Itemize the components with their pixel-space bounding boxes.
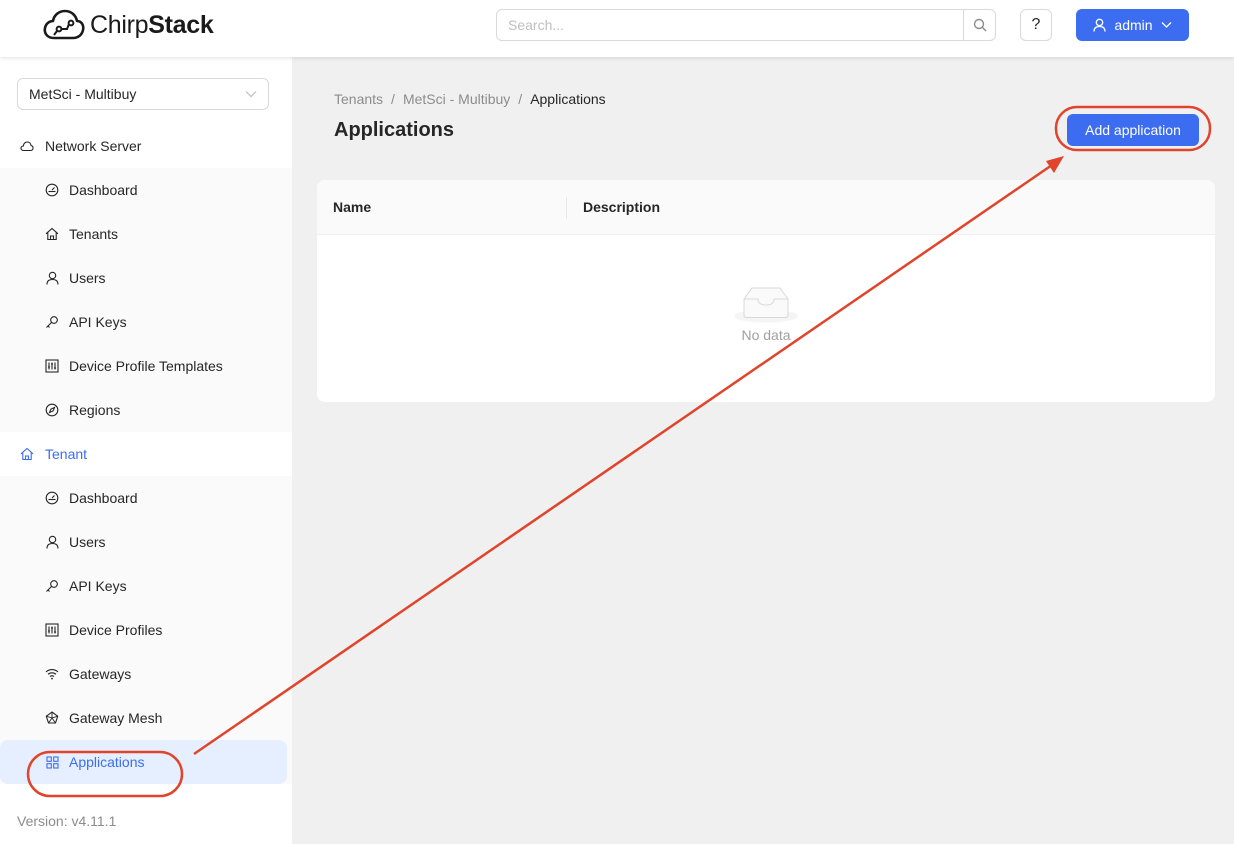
sidebar-item-ns-users[interactable]: Users — [0, 256, 292, 300]
tenant-select-value: MetSci - Multibuy — [29, 86, 137, 102]
cloud-logo-icon — [43, 9, 85, 40]
sidebar-item-label: Gateways — [69, 666, 132, 682]
sidebar-item-label: Users — [69, 270, 106, 286]
sidebar-item-label: Device Profiles — [69, 622, 163, 638]
breadcrumb-separator: / — [518, 91, 523, 107]
dashboard-icon — [45, 183, 59, 197]
sidebar-item-label: Device Profile Templates — [69, 358, 223, 374]
sidebar-item-ns-api-keys[interactable]: API Keys — [0, 300, 292, 344]
sidebar-item-label: Dashboard — [69, 182, 138, 198]
sidebar-item-tenant-gateway-mesh[interactable]: Gateway Mesh — [0, 696, 292, 740]
column-header-name[interactable]: Name — [317, 197, 567, 219]
menu-group-network-server[interactable]: Network Server — [0, 124, 292, 168]
breadcrumb-tenant[interactable]: MetSci - Multibuy — [403, 91, 510, 107]
sidebar-item-tenant-device-profiles[interactable]: Device Profiles — [0, 608, 292, 652]
top-header: ChirpStack ? admin — [0, 0, 1234, 57]
sidebar-item-label: API Keys — [69, 578, 127, 594]
sliders-icon — [45, 359, 59, 373]
sidebar: MetSci - Multibuy Network Server Dashboa… — [0, 57, 293, 844]
cloud-icon — [20, 139, 34, 153]
tenant-select[interactable]: MetSci - Multibuy — [17, 78, 269, 110]
sidebar-item-tenant-users[interactable]: Users — [0, 520, 292, 564]
sidebar-item-ns-tenants[interactable]: Tenants — [0, 212, 292, 256]
mesh-icon — [45, 711, 59, 725]
search-input[interactable] — [497, 10, 963, 40]
user-name: admin — [1114, 17, 1153, 33]
sidebar-item-label: Applications — [69, 754, 145, 770]
page-title: Applications — [334, 119, 455, 141]
tenant-submenu: Dashboard Users API Keys Device Profiles… — [0, 476, 292, 784]
table-header: Name Description — [317, 180, 1215, 235]
search-icon — [973, 18, 986, 32]
sidebar-item-tenant-gateways[interactable]: Gateways — [0, 652, 292, 696]
breadcrumb-separator: / — [391, 91, 395, 107]
version-text: Version: v4.11.1 — [17, 813, 117, 829]
menu-group-label: Network Server — [45, 138, 142, 154]
search-box — [496, 9, 996, 41]
dashboard-icon — [45, 491, 59, 505]
home-icon — [20, 447, 34, 461]
sidebar-item-ns-dashboard[interactable]: Dashboard — [0, 168, 292, 212]
sidebar-item-label: Users — [69, 534, 106, 550]
user-icon — [45, 535, 59, 549]
network-server-submenu: Dashboard Tenants Users API Keys Device … — [0, 168, 292, 432]
key-icon — [45, 315, 59, 329]
empty-text: No data — [741, 327, 791, 343]
sidebar-item-ns-device-profile-templates[interactable]: Device Profile Templates — [0, 344, 292, 388]
annotation-arrow-head — [1046, 156, 1064, 173]
appstore-icon — [45, 755, 59, 769]
empty-state: No data — [317, 235, 1215, 402]
sidebar-menu: Network Server Dashboard Tenants Users A… — [0, 124, 292, 784]
logo-text: ChirpStack — [90, 10, 214, 39]
user-icon — [1093, 18, 1107, 32]
chirpstack-logo[interactable]: ChirpStack — [42, 8, 214, 42]
search-button[interactable] — [963, 10, 995, 40]
sliders-icon — [45, 623, 59, 637]
sidebar-item-tenant-api-keys[interactable]: API Keys — [0, 564, 292, 608]
breadcrumb-tenants[interactable]: Tenants — [334, 91, 383, 107]
key-icon — [45, 579, 59, 593]
sidebar-item-label: Tenants — [69, 226, 119, 242]
breadcrumb: Tenants / MetSci - Multibuy / Applicatio… — [334, 91, 606, 107]
empty-inbox-icon — [734, 287, 798, 323]
sidebar-item-label: Dashboard — [69, 490, 138, 506]
user-menu-button[interactable]: admin — [1076, 9, 1189, 41]
sidebar-item-label: API Keys — [69, 314, 127, 330]
home-icon — [45, 227, 59, 241]
chevron-down-icon — [1161, 22, 1172, 28]
user-icon — [45, 271, 59, 285]
add-application-button[interactable]: Add application — [1067, 114, 1199, 146]
applications-table: Name Description No data — [317, 180, 1215, 402]
column-header-description[interactable]: Description — [567, 199, 660, 215]
sidebar-item-tenant-applications[interactable]: Applications — [0, 740, 287, 784]
sidebar-item-ns-regions[interactable]: Regions — [0, 388, 292, 432]
menu-group-tenant[interactable]: Tenant — [0, 432, 292, 476]
sidebar-item-label: Regions — [69, 402, 121, 418]
breadcrumb-current: Applications — [530, 91, 606, 107]
sidebar-item-label: Gateway Mesh — [69, 710, 163, 726]
wifi-icon — [45, 667, 59, 681]
sidebar-item-tenant-dashboard[interactable]: Dashboard — [0, 476, 292, 520]
help-button[interactable]: ? — [1020, 9, 1052, 41]
compass-icon — [45, 403, 59, 417]
chevron-down-icon — [245, 91, 257, 98]
menu-group-label: Tenant — [45, 446, 88, 462]
